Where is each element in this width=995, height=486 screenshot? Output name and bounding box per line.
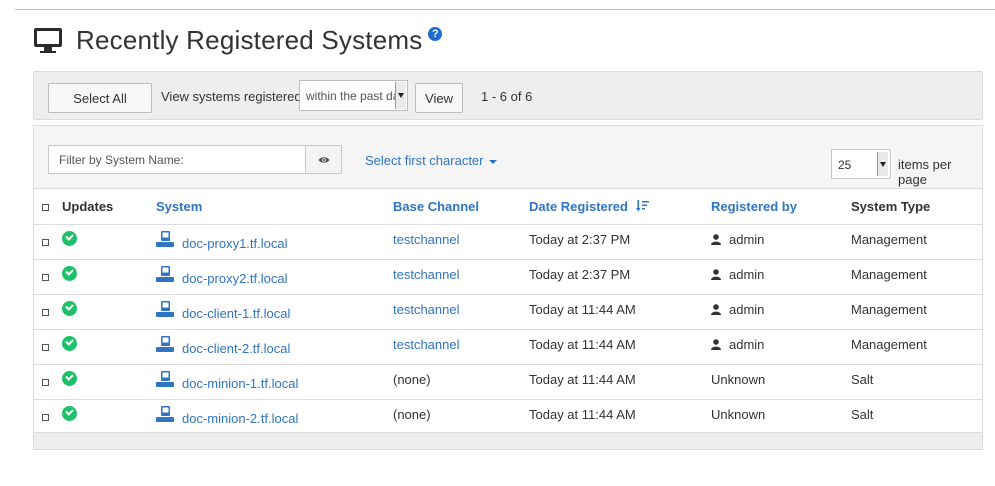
date-registered-cell: Today at 11:44 AM	[529, 302, 636, 317]
registered-by-value: admin	[729, 337, 765, 352]
checkmark-circle-icon	[62, 371, 77, 387]
monitor-icon	[34, 28, 62, 53]
table-row: doc-minion-1.tf.local (none) Today at 11…	[34, 364, 982, 399]
system-server-icon	[156, 335, 174, 352]
registered-by-value: admin	[729, 302, 765, 317]
system-type-cell: Management	[851, 302, 927, 317]
help-icon[interactable]: ?	[428, 27, 443, 41]
header-date-registered-label: Date Registered	[529, 199, 628, 215]
base-channel-cell: (none)	[393, 407, 431, 422]
base-channel-link[interactable]: testchannel	[393, 337, 460, 352]
select-first-character-label: Select first character	[365, 153, 484, 168]
checkmark-circle-icon	[62, 301, 77, 317]
system-type-cell: Management	[851, 337, 927, 352]
date-registered-cell: Today at 11:44 AM	[529, 407, 636, 422]
checkmark-circle-icon	[62, 266, 77, 282]
systems-table: Updates System Base Channel Date Registe…	[34, 190, 982, 435]
items-per-page-label: items per page	[898, 157, 952, 187]
table-row: doc-proxy1.tf.local testchannel Today at…	[34, 224, 982, 259]
sort-descending-icon	[635, 200, 649, 212]
filter-bar: Filter by System Name: Select first char…	[34, 126, 982, 189]
table-row: doc-client-1.tf.local testchannel Today …	[34, 294, 982, 329]
checkmark-circle-icon	[62, 231, 77, 247]
table-footer	[34, 432, 982, 449]
header-registered-by[interactable]: Registered by	[711, 190, 851, 224]
system-type-cell: Management	[851, 232, 927, 247]
table-header-row: Updates System Base Channel Date Registe…	[34, 190, 982, 224]
user-icon	[711, 233, 721, 245]
system-link[interactable]: doc-minion-2.tf.local	[182, 411, 298, 426]
select-all-checkbox[interactable]	[42, 204, 49, 212]
header-select-cell	[34, 190, 62, 224]
checkmark-circle-icon	[62, 336, 77, 352]
base-channel-link[interactable]: testchannel	[393, 232, 460, 247]
header-updates: Updates	[62, 199, 114, 215]
systems-table-body: doc-proxy1.tf.local testchannel Today at…	[34, 224, 982, 434]
row-checkbox[interactable]	[42, 344, 49, 352]
registered-by-value: Unknown	[711, 372, 766, 387]
header-system-type: System Type	[851, 199, 931, 215]
system-link[interactable]: doc-proxy2.tf.local	[182, 271, 288, 286]
view-systems-label: View systems registered:	[161, 89, 306, 104]
row-checkbox[interactable]	[42, 379, 49, 387]
system-type-cell: Salt	[851, 407, 874, 422]
eye-icon	[318, 156, 329, 163]
select-first-character-dropdown[interactable]: Select first character	[365, 153, 497, 168]
page-header: Recently Registered Systems ?	[32, 22, 443, 58]
registered-range-select[interactable]: within the past day	[299, 80, 408, 111]
registration-toolbar: Select All View systems registered: with…	[33, 71, 983, 120]
header-base-channel[interactable]: Base Channel	[393, 190, 529, 224]
items-per-page-value: 25	[838, 158, 852, 172]
system-link[interactable]: doc-client-2.tf.local	[182, 341, 290, 356]
view-button[interactable]: View	[415, 83, 463, 113]
system-type-cell: Management	[851, 267, 927, 282]
date-registered-cell: Today at 2:37 PM	[529, 232, 631, 247]
system-link[interactable]: doc-minion-1.tf.local	[182, 376, 298, 391]
date-registered-cell: Today at 11:44 AM	[529, 337, 636, 352]
header-date-registered[interactable]: Date Registered	[529, 190, 711, 224]
registered-by-value: admin	[729, 267, 765, 282]
systems-list-panel: Filter by System Name: Select first char…	[33, 125, 983, 450]
page-title: Recently Registered Systems	[76, 24, 423, 55]
system-link[interactable]: doc-proxy1.tf.local	[182, 236, 288, 251]
user-icon	[711, 338, 721, 350]
chevron-down-icon	[877, 152, 888, 176]
items-per-page-select[interactable]: 25	[831, 149, 891, 179]
system-server-icon	[156, 265, 174, 282]
table-row: doc-minion-2.tf.local (none) Today at 11…	[34, 399, 982, 434]
registered-by-value: Unknown	[711, 407, 766, 422]
registered-range-value: within the past day	[306, 89, 406, 103]
base-channel-cell: (none)	[393, 372, 431, 387]
user-icon	[711, 303, 721, 315]
registered-by-value: admin	[729, 232, 765, 247]
row-checkbox[interactable]	[42, 309, 49, 317]
date-registered-cell: Today at 11:44 AM	[529, 372, 636, 387]
caret-down-icon	[488, 159, 497, 164]
checkmark-circle-icon	[62, 406, 77, 422]
filter-toggle-button[interactable]	[305, 145, 342, 174]
select-all-button[interactable]: Select All	[48, 83, 152, 113]
base-channel-link[interactable]: testchannel	[393, 267, 460, 282]
top-divider	[15, 9, 995, 10]
row-checkbox[interactable]	[42, 239, 49, 247]
base-channel-link[interactable]: testchannel	[393, 302, 460, 317]
table-row: doc-proxy2.tf.local testchannel Today at…	[34, 259, 982, 294]
chevron-down-icon	[395, 82, 406, 109]
row-checkbox[interactable]	[42, 414, 49, 422]
system-server-icon	[156, 405, 174, 422]
date-registered-cell: Today at 2:37 PM	[529, 267, 631, 282]
system-name-filter-input[interactable]: Filter by System Name:	[48, 145, 306, 174]
header-system[interactable]: System	[156, 190, 393, 224]
system-server-icon	[156, 300, 174, 317]
pagination-summary: 1 - 6 of 6	[481, 89, 533, 104]
user-icon	[711, 268, 721, 280]
row-checkbox[interactable]	[42, 274, 49, 282]
system-server-icon	[156, 230, 174, 247]
system-type-cell: Salt	[851, 372, 874, 387]
system-link[interactable]: doc-client-1.tf.local	[182, 306, 290, 321]
table-row: doc-client-2.tf.local testchannel Today …	[34, 329, 982, 364]
system-server-icon	[156, 370, 174, 387]
